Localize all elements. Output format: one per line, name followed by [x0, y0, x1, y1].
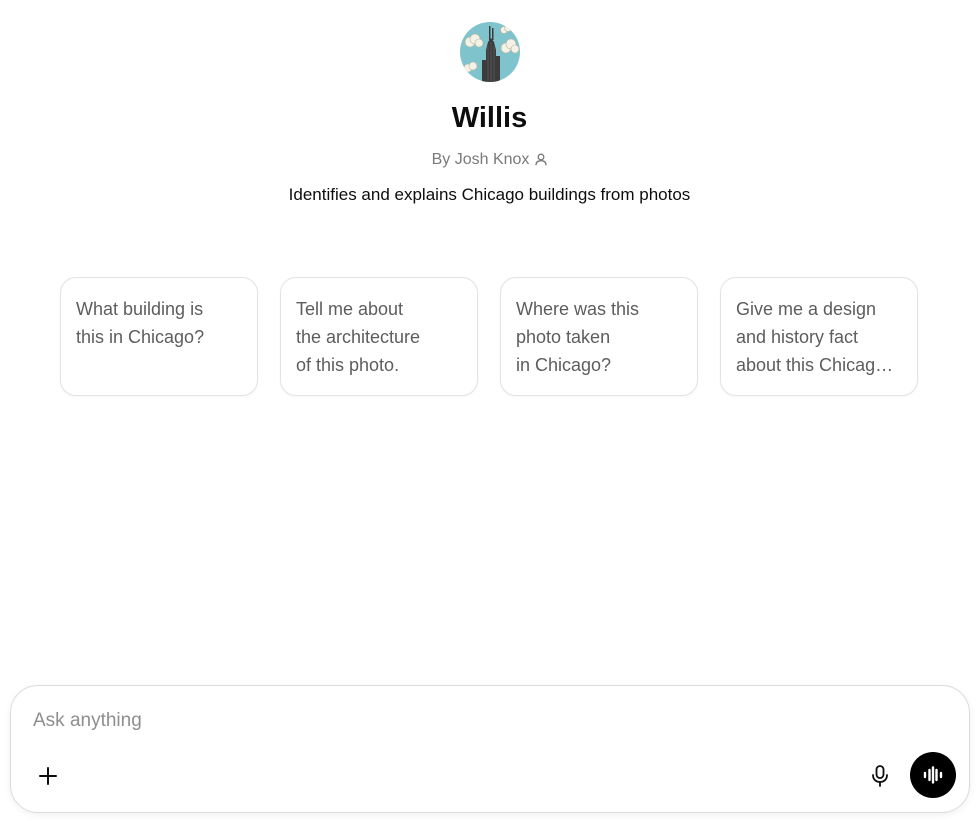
person-icon	[535, 151, 548, 173]
gpt-byline: By Josh Knox	[0, 149, 979, 173]
conversation-starter-card[interactable]: What building is this in Chicago?	[60, 277, 258, 396]
starter-text: Tell me about the architecture of this p…	[296, 299, 421, 375]
plus-icon	[39, 767, 57, 785]
voice-mode-button[interactable]	[910, 752, 956, 798]
skyscraper-avatar-icon	[460, 22, 520, 82]
conversation-starter-card[interactable]: Where was this photo taken in Chicago?	[500, 277, 698, 396]
attach-button[interactable]	[33, 761, 63, 791]
starter-text: Give me a design and history fact about …	[736, 299, 886, 375]
microphone-icon	[872, 765, 888, 787]
conversation-starters: What building is this in Chicago? Tell m…	[60, 277, 920, 398]
starter-text: Where was this photo taken in Chicago?	[516, 299, 640, 375]
voice-waveform-icon	[923, 766, 943, 784]
conversation-starter-card[interactable]: Tell me about the architecture of this p…	[280, 277, 478, 396]
gpt-avatar	[460, 22, 520, 82]
gpt-landing-page: Willis By Josh Knox Identifies and expla…	[0, 0, 979, 822]
starter-text: What building is this in Chicago?	[76, 299, 205, 347]
conversation-starter-card[interactable]: Give me a design and history fact about …	[720, 277, 918, 396]
message-composer	[10, 685, 970, 813]
gpt-title: Willis	[451, 102, 528, 134]
author-name[interactable]: By Josh Knox	[432, 151, 530, 168]
dictate-button[interactable]	[866, 761, 894, 791]
message-input[interactable]	[33, 706, 933, 736]
gpt-description: Identifies and explains Chicago building…	[288, 185, 691, 204]
